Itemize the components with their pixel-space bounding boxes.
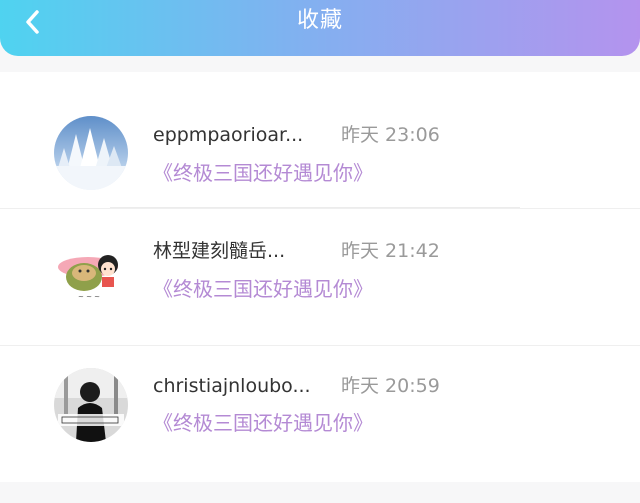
- bw-photo-avatar: [54, 368, 128, 442]
- header-bar: 收藏: [0, 0, 640, 56]
- timestamp: 昨天 20:59: [341, 375, 440, 397]
- avatar[interactable]: ~ ~ ~: [54, 233, 128, 307]
- timestamp: 昨天 21:42: [341, 240, 440, 262]
- timestamp: 昨天 23:06: [341, 124, 440, 146]
- list-item[interactable]: ~ ~ ~ 林型建刻髓岳... 昨天 21:42 《终极三国还好遇见你》: [0, 208, 640, 345]
- list-item[interactable]: eppmpaorioar... 昨天 23:06 《终极三国还好遇见你》: [0, 72, 640, 208]
- user-name: eppmpaorioar...: [153, 124, 304, 146]
- book-link[interactable]: 《终极三国还好遇见你》: [153, 160, 373, 186]
- list-item[interactable]: christiajnloubo... 昨天 20:59 《终极三国还好遇见你》: [0, 345, 640, 482]
- snowy-trees-avatar: [54, 116, 128, 190]
- avatar[interactable]: [54, 116, 128, 190]
- favorites-screen: 收藏 eppmpaorioar... 昨天 23:06 《终极三国还好遇见你》 …: [0, 0, 640, 503]
- avatar[interactable]: [54, 368, 128, 442]
- user-name: 林型建刻髓岳...: [153, 240, 286, 262]
- cartoon-characters-avatar: ~ ~ ~: [54, 233, 128, 307]
- svg-text:~ ~ ~: ~ ~ ~: [78, 293, 100, 301]
- page-title: 收藏: [296, 8, 343, 33]
- user-name: christiajnloubo...: [153, 375, 311, 397]
- favorites-list: eppmpaorioar... 昨天 23:06 《终极三国还好遇见你》 ~ ~…: [0, 72, 640, 482]
- book-link[interactable]: 《终极三国还好遇见你》: [153, 276, 373, 302]
- book-link[interactable]: 《终极三国还好遇见你》: [153, 410, 373, 436]
